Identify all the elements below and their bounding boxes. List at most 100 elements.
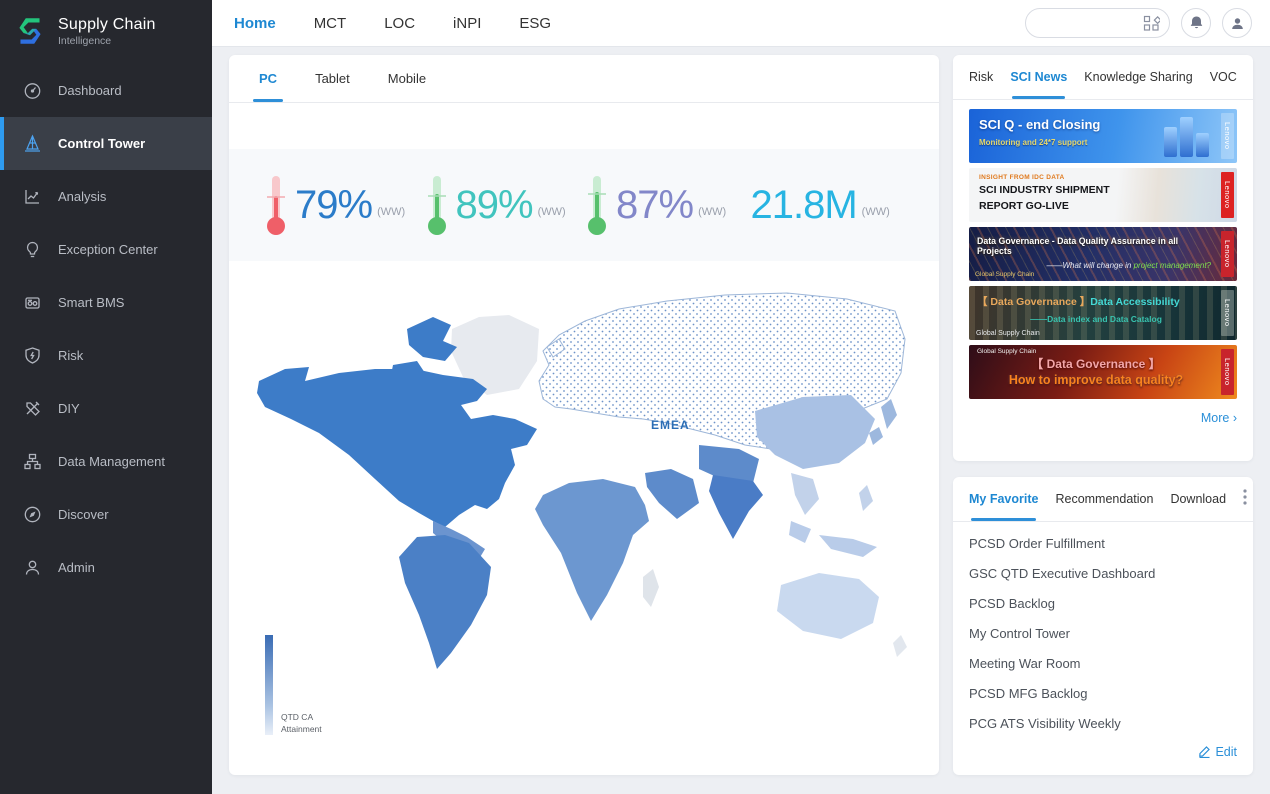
tab-pc[interactable]: PC xyxy=(259,55,277,102)
banner-footer: Global Supply Chain xyxy=(976,330,1040,337)
news-banner-data-quality-assurance[interactable]: Data Governance - Data Quality Assurance… xyxy=(969,227,1237,281)
tab-download[interactable]: Download xyxy=(1170,477,1226,521)
kpi-unit: (WW) xyxy=(862,206,890,218)
kebab-menu-icon xyxy=(1243,489,1247,505)
tab-tablet[interactable]: Tablet xyxy=(315,55,350,102)
apps-grid-icon[interactable] xyxy=(1143,15,1160,32)
gauge-icon xyxy=(22,81,42,101)
map-region-australia[interactable] xyxy=(777,573,879,639)
favorite-item[interactable]: My Control Tower xyxy=(969,618,1237,648)
legend-gradient-bar xyxy=(265,635,273,735)
map-region-china[interactable] xyxy=(755,395,875,469)
kebab-menu-button[interactable] xyxy=(1243,489,1247,510)
sidebar-item-data-management[interactable]: Data Management xyxy=(0,435,212,488)
sidebar-item-label: Exception Center xyxy=(58,242,158,257)
sidebar-item-label: Dashboard xyxy=(58,83,122,98)
search-input[interactable] xyxy=(1035,16,1143,30)
favorite-item[interactable]: PCG ATS Visibility Weekly xyxy=(969,708,1237,738)
more-link[interactable]: More › xyxy=(1201,411,1237,425)
bell-icon xyxy=(1189,15,1204,31)
tab-mobile[interactable]: Mobile xyxy=(388,55,426,102)
logo-subtitle: Intelligence xyxy=(58,35,156,47)
bms-monitor-icon xyxy=(22,293,42,313)
tab-my-favorite[interactable]: My Favorite xyxy=(969,477,1038,521)
map-region-southeast-asia[interactable] xyxy=(791,473,819,515)
kpi-qtd-attainment: 79% (WW) xyxy=(263,172,424,238)
map-region-africa[interactable] xyxy=(535,479,649,621)
sidebar-item-control-tower[interactable]: Control Tower xyxy=(0,117,212,170)
favorite-item[interactable]: PCSD Order Fulfillment xyxy=(969,528,1237,558)
sidebar-item-diy[interactable]: DIY xyxy=(0,382,212,435)
map-label-emea: EMEA xyxy=(651,418,690,432)
tab-sci-news[interactable]: SCI News xyxy=(1010,55,1067,99)
map-region-philippines[interactable] xyxy=(859,485,873,511)
notifications-button[interactable] xyxy=(1181,8,1211,38)
lenovo-brand-badge: Lenovo xyxy=(1221,349,1234,395)
banner-header: Global Supply Chain xyxy=(977,348,1215,355)
tab-voc[interactable]: VOC xyxy=(1210,55,1237,99)
kpi-unit: (WW) xyxy=(698,206,726,218)
news-banner-data-accessibility[interactable]: 【 Data Governance 】Data Accessibility ——… xyxy=(969,286,1237,340)
tab-knowledge-sharing[interactable]: Knowledge Sharing xyxy=(1084,55,1192,99)
nav-esg[interactable]: ESG xyxy=(519,15,551,32)
lenovo-brand-badge: Lenovo xyxy=(1221,231,1234,277)
legend-label-line1: QTD CA xyxy=(281,712,322,723)
sidebar-item-label: DIY xyxy=(58,401,80,416)
sidebar-item-admin[interactable]: Admin xyxy=(0,541,212,594)
banner-footer: Global Supply Chain xyxy=(975,271,1034,278)
news-tabs: Risk SCI News Knowledge Sharing VOC xyxy=(953,55,1253,100)
kpi-unit: (WW) xyxy=(377,206,405,218)
sidebar-item-analysis[interactable]: Analysis xyxy=(0,170,212,223)
nav-home[interactable]: Home xyxy=(234,15,276,32)
tab-risk[interactable]: Risk xyxy=(969,55,993,99)
favorite-item[interactable]: Meeting War Room xyxy=(969,648,1237,678)
map-region-middle-east[interactable] xyxy=(645,469,699,519)
lenovo-brand-badge: Lenovo xyxy=(1221,290,1234,336)
search-box[interactable] xyxy=(1025,8,1170,38)
sidebar-item-label: Admin xyxy=(58,560,95,575)
sitemap-icon xyxy=(22,452,42,472)
news-banner-q-end-closing[interactable]: SCI Q - end Closing Monitoring and 24*7 … xyxy=(969,109,1237,163)
map-region-indonesia[interactable] xyxy=(789,521,877,557)
thermometer-red-icon xyxy=(263,172,289,238)
sidebar-item-label: Smart BMS xyxy=(58,295,124,310)
edit-favorites-button[interactable]: Edit xyxy=(1198,745,1237,759)
sidebar-item-exception-center[interactable]: Exception Center xyxy=(0,223,212,276)
banner-subtitle: How to improve data quality? xyxy=(977,373,1215,387)
logo-title: Supply Chain xyxy=(58,16,156,34)
decor-cube xyxy=(1164,127,1177,157)
nav-mct[interactable]: MCT xyxy=(314,15,347,32)
nav-loc[interactable]: LOC xyxy=(384,15,415,32)
favorite-item[interactable]: PCSD Backlog xyxy=(969,588,1237,618)
sidebar-item-risk[interactable]: Risk xyxy=(0,329,212,382)
profile-button[interactable] xyxy=(1222,8,1252,38)
map-legend: QTD CA Attainment xyxy=(265,635,322,735)
thermometer-green-icon xyxy=(584,172,610,238)
sidebar-item-dashboard[interactable]: Dashboard xyxy=(0,64,212,117)
map-region-central-asia[interactable] xyxy=(699,445,759,483)
nav-inpi[interactable]: iNPI xyxy=(453,15,481,32)
decor-cube xyxy=(1180,117,1193,157)
map-region-madagascar[interactable] xyxy=(643,569,659,607)
favorite-item[interactable]: GSC QTD Executive Dashboard xyxy=(969,558,1237,588)
map-region-new-zealand[interactable] xyxy=(893,635,907,657)
favorites-tabs: My Favorite Recommendation Download xyxy=(953,477,1253,522)
news-banner-idc-report[interactable]: INSIGHT FROM IDC DATA SCI INDUSTRY SHIPM… xyxy=(969,168,1237,222)
kpi-third: 87% (WW) xyxy=(584,172,745,238)
content-area: PC Tablet Mobile 79% (WW) xyxy=(212,47,1270,794)
lenovo-brand-badge: Lenovo xyxy=(1221,172,1234,218)
kpi-value: 87% xyxy=(616,183,693,228)
world-map-section: EMEA QTD CA Attainment xyxy=(229,261,939,775)
tab-recommendation[interactable]: Recommendation xyxy=(1055,477,1153,521)
news-banner-improve-data-quality[interactable]: Global Supply Chain 【 Data Governance 】 … xyxy=(969,345,1237,399)
banner-title: SCI INDUSTRY SHIPMENT xyxy=(979,184,1217,196)
sidebar-item-label: Analysis xyxy=(58,189,106,204)
sidebar-item-smart-bms[interactable]: Smart BMS xyxy=(0,276,212,329)
favorite-item[interactable]: PCSD MFG Backlog xyxy=(969,678,1237,708)
map-region-south-america[interactable] xyxy=(399,535,491,669)
map-region-india[interactable] xyxy=(709,475,763,539)
legend-label-line2: Attainment xyxy=(281,724,322,735)
supply-chain-logo-icon xyxy=(12,12,48,50)
sidebar-item-discover[interactable]: Discover xyxy=(0,488,212,541)
decor-cube xyxy=(1196,133,1209,157)
